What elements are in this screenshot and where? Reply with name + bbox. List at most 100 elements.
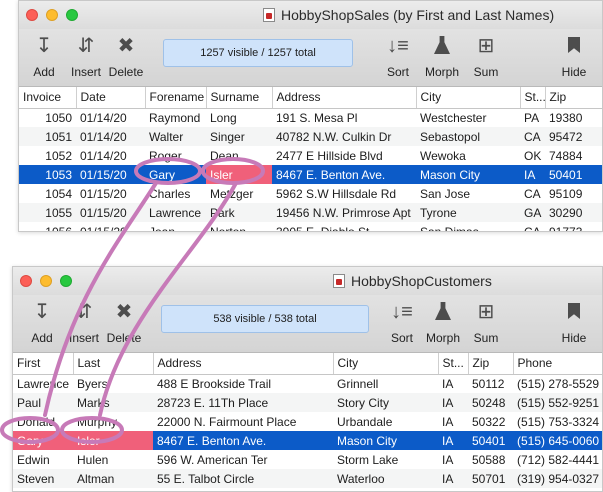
table-cell[interactable]: 19380 [545, 108, 602, 127]
table-cell[interactable]: Singer [206, 127, 272, 146]
table-cell[interactable]: Donald [13, 412, 73, 431]
table-cell[interactable]: Joan [145, 222, 206, 231]
table-cell[interactable]: Lawrence [13, 374, 73, 393]
table-cell[interactable]: IA [438, 393, 468, 412]
table-cell[interactable]: 2477 E Hillside Blvd [272, 146, 416, 165]
sum-button[interactable]: ⊞ Sum [471, 33, 501, 79]
table-row[interactable]: Edwin Hulen 596 W. American Ter Storm Lake I… [13, 450, 602, 469]
table-cell[interactable]: Roger [145, 146, 206, 165]
column-header[interactable]: Zip [545, 87, 602, 109]
table-cell[interactable]: Byers [73, 374, 153, 393]
table-cell[interactable]: 1052 [19, 146, 76, 165]
table-cell[interactable]: 8467 E. Benton Ave. [153, 431, 333, 450]
table-cell[interactable]: 01/15/20 [76, 165, 145, 184]
table-cell[interactable]: Edwin [13, 450, 73, 469]
table-cell[interactable]: IA [438, 412, 468, 431]
hide-button[interactable]: Hide [559, 299, 589, 345]
table-cell[interactable]: GA [520, 203, 545, 222]
table-cell[interactable]: Westchester [416, 108, 520, 127]
add-button[interactable]: ↧ Add [29, 33, 59, 79]
table-cell[interactable]: Isler [73, 431, 153, 450]
table-cell[interactable]: (515) 753-3324 [513, 412, 602, 431]
table-cell[interactable]: 50112 [468, 374, 513, 393]
table-cell[interactable]: 50588 [468, 450, 513, 469]
table-row[interactable]: 1052 01/14/20 Roger Dean 2477 E Hillside Blv… [19, 146, 602, 165]
table-cell[interactable]: Lawrence [145, 203, 206, 222]
table-cell[interactable]: Story City [333, 393, 438, 412]
table-cell[interactable]: Storm Lake [333, 450, 438, 469]
table-cell[interactable]: Tyrone [416, 203, 520, 222]
table-cell[interactable]: 95472 [545, 127, 602, 146]
table-cell[interactable]: Mason City [333, 431, 438, 450]
table-cell[interactable]: 8467 E. Benton Ave. [272, 165, 416, 184]
table-cell[interactable]: Dean [206, 146, 272, 165]
table-row[interactable]: Gary Isler 8467 E. Benton Ave. Mason City IA… [13, 431, 602, 450]
table-cell[interactable]: Urbandale [333, 412, 438, 431]
zoom-button[interactable] [66, 9, 78, 21]
table-cell[interactable]: 50322 [468, 412, 513, 431]
column-header[interactable]: St... [438, 353, 469, 375]
table-cell[interactable]: 191 S. Mesa Pl [272, 108, 416, 127]
table-cell[interactable]: Paul [13, 393, 73, 412]
table-cell[interactable]: Mason City [416, 165, 520, 184]
column-header[interactable]: Invoice [19, 87, 77, 109]
table-cell[interactable]: 5962 S.W Hillsdale Rd [272, 184, 416, 203]
table-cell[interactable]: Walter [145, 127, 206, 146]
table-cell[interactable]: (515) 552-9251 [513, 393, 602, 412]
table-cell[interactable]: Steven [13, 469, 73, 488]
table-cell[interactable]: Long [206, 108, 272, 127]
table-cell[interactable]: 01/15/20 [76, 184, 145, 203]
table-cell[interactable]: CA [520, 127, 545, 146]
table-cell[interactable]: 40782 N.W. Culkin Dr [272, 127, 416, 146]
column-header[interactable]: Surname [206, 87, 273, 109]
table-cell[interactable]: 01/14/20 [76, 108, 145, 127]
morph-button[interactable]: Morph [422, 33, 462, 79]
table-cell[interactable]: CA [520, 222, 545, 231]
table-cell[interactable]: Norton [206, 222, 272, 231]
table-cell[interactable]: CA [520, 184, 545, 203]
table-cell[interactable]: 50401 [545, 165, 602, 184]
table-row[interactable]: Steven Altman 55 E. Talbot Circle Waterloo I… [13, 469, 602, 488]
add-button[interactable]: ↧ Add [27, 299, 57, 345]
table-cell[interactable]: Marks [73, 393, 153, 412]
table-cell[interactable]: 488 E Brookside Trail [153, 374, 333, 393]
table-cell[interactable]: Gary [145, 165, 206, 184]
table-cell[interactable]: Waterloo [333, 469, 438, 488]
table-cell[interactable]: 28723 E. 11Th Place [153, 393, 333, 412]
table-cell[interactable]: PA [520, 108, 545, 127]
table-cell[interactable]: Raymond [145, 108, 206, 127]
table-cell[interactable]: Sebastopol [416, 127, 520, 146]
table-cell[interactable]: 50701 [468, 469, 513, 488]
table-cell[interactable]: OK [520, 146, 545, 165]
table-cell[interactable]: Metzger [206, 184, 272, 203]
table-row[interactable]: Paul Marks 28723 E. 11Th Place Story City IA… [13, 393, 602, 412]
zoom-button[interactable] [60, 275, 72, 287]
delete-button[interactable]: ✖ Delete [105, 299, 143, 345]
table-cell[interactable]: IA [438, 488, 468, 491]
table-cell[interactable]: Hulen [73, 450, 153, 469]
column-header[interactable]: Address [153, 353, 334, 375]
table-row[interactable]: 1054 01/15/20 Charles Metzger 5962 S.W Hills… [19, 184, 602, 203]
table-cell[interactable]: Isler [206, 165, 272, 184]
column-header[interactable]: Phone [513, 353, 602, 375]
table-row[interactable]: CharlesWright412 W. Burlington Dr.Sioux … [13, 488, 602, 491]
table-cell[interactable]: Charles [13, 488, 73, 491]
table-row[interactable]: Lawrence Byers 488 E Brookside Trail Grinne… [13, 374, 602, 393]
sort-button[interactable]: ↓≡ Sort [383, 33, 413, 79]
table-cell[interactable]: 412 W. Burlington Dr. [153, 488, 333, 491]
table-cell[interactable]: IA [438, 431, 468, 450]
table-cell[interactable]: 01/14/20 [76, 127, 145, 146]
morph-button[interactable]: Morph [423, 299, 463, 345]
table-cell[interactable]: 1056 [19, 222, 76, 231]
table-cell[interactable]: 1054 [19, 184, 76, 203]
table-cell[interactable]: 50248 [468, 393, 513, 412]
table-cell[interactable]: San Jose [416, 184, 520, 203]
column-header[interactable]: City [333, 353, 439, 375]
table-cell[interactable]: 01/15/20 [76, 222, 145, 231]
column-header[interactable]: First [13, 353, 74, 375]
column-header[interactable]: City [416, 87, 521, 109]
table-cell[interactable]: 51103 [468, 488, 513, 491]
table-cell[interactable]: 55 E. Talbot Circle [153, 469, 333, 488]
table-cell[interactable]: Murphy [73, 412, 153, 431]
table-cell[interactable]: 30290 [545, 203, 602, 222]
